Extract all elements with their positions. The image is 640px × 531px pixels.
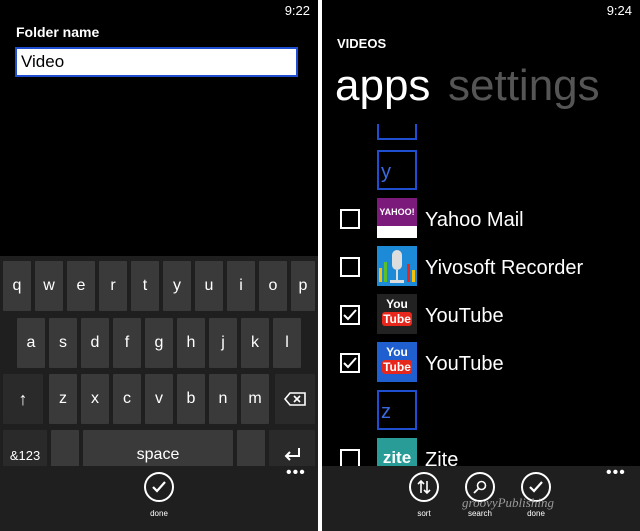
tab-settings[interactable]: settings (448, 58, 600, 114)
key-k[interactable]: k (241, 318, 269, 368)
sort-arrows-icon (417, 479, 431, 495)
key-w[interactable]: w (35, 261, 63, 311)
letter-tile-y[interactable]: y (377, 150, 417, 190)
more-ellipsis-button[interactable]: ••• (286, 464, 306, 482)
key-x[interactable]: x (81, 374, 109, 424)
key-i[interactable]: i (227, 261, 255, 311)
key-c[interactable]: c (113, 374, 141, 424)
app-name-yahoo-mail[interactable]: Yahoo Mail (425, 207, 524, 233)
shift-key[interactable]: ↑ (3, 374, 43, 424)
youtube-icon: You Tube (377, 342, 417, 382)
yahoo-mail-icon: YAHOO! (377, 198, 417, 238)
key-b[interactable]: b (177, 374, 205, 424)
key-h[interactable]: h (177, 318, 205, 368)
checkbox-youtube-2[interactable] (340, 353, 360, 373)
key-m[interactable]: m (241, 374, 269, 424)
folder-name-input[interactable]: Video (15, 47, 298, 77)
checkmark-icon (529, 481, 543, 493)
key-n[interactable]: n (209, 374, 237, 424)
letter-tile-z[interactable]: z (377, 390, 417, 430)
yahoo-logo: YAHOO! (377, 198, 417, 226)
key-p[interactable]: p (291, 261, 315, 311)
enter-arrow-icon (284, 448, 300, 461)
youtube-logo-top: You (386, 345, 408, 359)
microphone-graphic (379, 250, 415, 283)
youtube-logo-bottom: Tube (382, 312, 412, 326)
key-z[interactable]: z (49, 374, 77, 424)
left-app-bar: done ••• (0, 464, 318, 531)
search-icon (473, 480, 487, 494)
key-y[interactable]: y (163, 261, 191, 311)
checkbox-yivosoft-recorder[interactable] (340, 257, 360, 277)
watermark-text: groovyPublishing (462, 495, 554, 510)
right-phone-screen: 9:24 VIDEOS apps settings y YAHOO! Yahoo… (322, 0, 640, 531)
key-j[interactable]: j (209, 318, 237, 368)
checkbox-yahoo-mail[interactable] (340, 209, 360, 229)
app-name-yivosoft-recorder[interactable]: Yivosoft Recorder (425, 255, 583, 281)
backspace-icon (284, 392, 306, 406)
tab-apps[interactable]: apps (335, 58, 430, 114)
app-name-youtube-1[interactable]: YouTube (425, 303, 504, 329)
on-screen-keyboard: q w e r t y u i o p a s d f g h j k l ↑ … (0, 256, 318, 480)
key-q[interactable]: q (3, 261, 31, 311)
more-ellipsis-button[interactable]: ••• (606, 464, 626, 482)
sort-label: sort (417, 509, 431, 518)
key-a[interactable]: a (17, 318, 45, 368)
left-phone-screen: 9:22 Folder name Video q w e r t y u i o… (0, 0, 318, 531)
key-f[interactable]: f (113, 318, 141, 368)
status-clock: 9:24 (606, 3, 632, 18)
done-label: done (150, 509, 168, 518)
app-name-youtube-2[interactable]: YouTube (425, 351, 504, 377)
microphone-icon (377, 246, 417, 286)
key-g[interactable]: g (145, 318, 173, 368)
page-title: VIDEOS (337, 36, 387, 51)
youtube-icon: You Tube (377, 294, 417, 334)
key-r[interactable]: r (99, 261, 127, 311)
key-l[interactable]: l (273, 318, 301, 368)
checkmark-icon (343, 309, 357, 321)
key-o[interactable]: o (259, 261, 287, 311)
key-u[interactable]: u (195, 261, 223, 311)
youtube-logo-bottom: Tube (382, 360, 412, 374)
shift-arrow-icon: ↑ (18, 388, 28, 409)
key-s[interactable]: s (49, 318, 77, 368)
checkmark-icon (152, 481, 166, 493)
backspace-key[interactable] (275, 374, 315, 424)
key-t[interactable]: t (131, 261, 159, 311)
key-e[interactable]: e (67, 261, 95, 311)
status-clock: 9:22 (284, 3, 310, 18)
zite-logo: zite (382, 448, 412, 467)
done-button[interactable] (144, 472, 174, 502)
sort-button[interactable] (409, 472, 439, 502)
youtube-logo-top: You (386, 297, 408, 311)
checkbox-youtube-1[interactable] (340, 305, 360, 325)
letter-tile-partial (377, 124, 417, 140)
checkmark-icon (343, 357, 357, 369)
key-d[interactable]: d (81, 318, 109, 368)
folder-name-label: Folder name (16, 24, 100, 40)
key-v[interactable]: v (145, 374, 173, 424)
